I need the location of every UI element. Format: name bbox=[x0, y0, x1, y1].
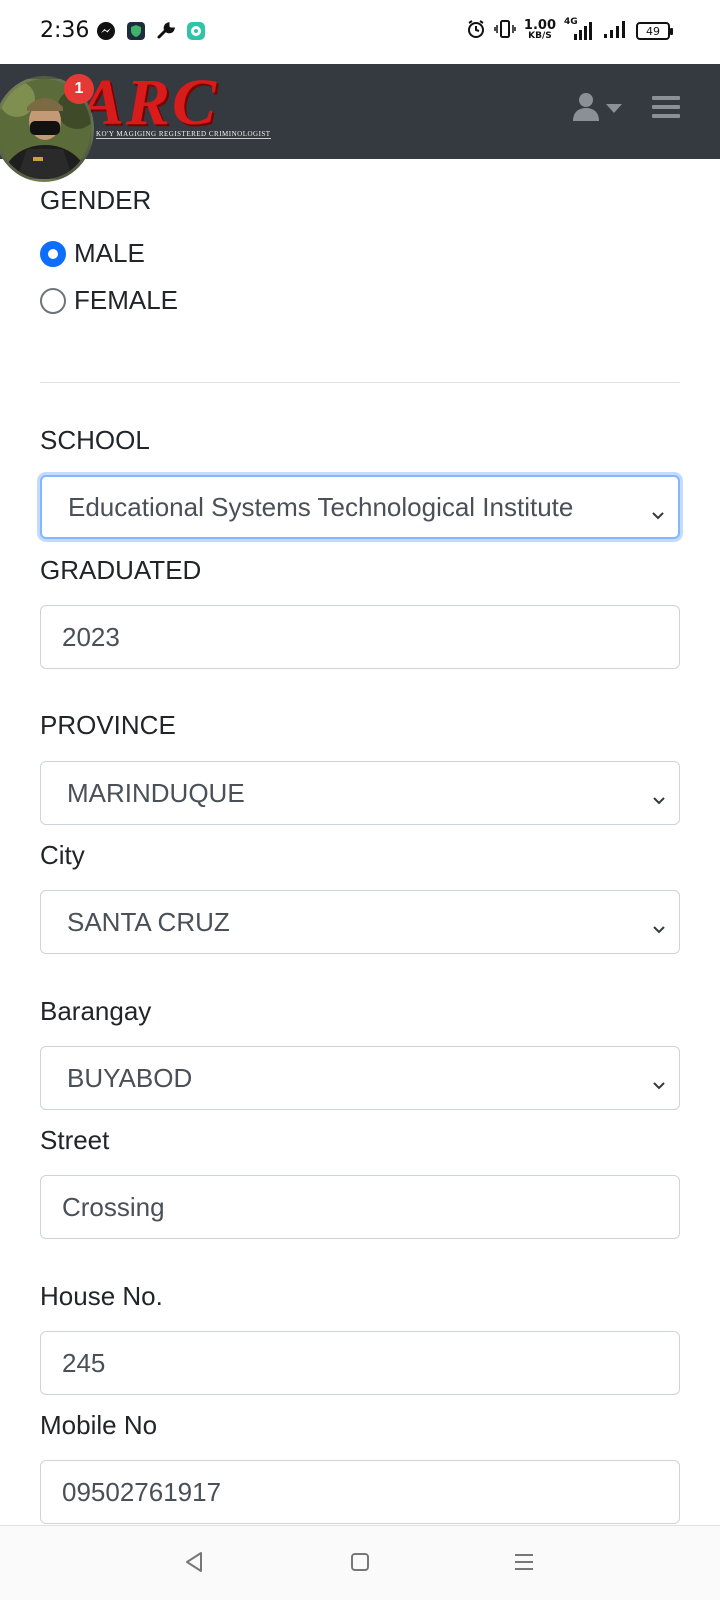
section-divider bbox=[40, 382, 680, 383]
hamburger-line bbox=[652, 105, 680, 109]
province-select-value: MARINDUQUE bbox=[67, 777, 245, 808]
radio-male[interactable] bbox=[40, 240, 66, 267]
school-label: SCHOOL bbox=[40, 425, 150, 455]
status-time: 2:36 bbox=[40, 18, 90, 43]
city-select-value: SANTA CRUZ bbox=[67, 906, 230, 937]
province-select[interactable]: MARINDUQUE bbox=[40, 761, 680, 825]
gender-option-label: FEMALE bbox=[74, 285, 179, 315]
back-icon[interactable] bbox=[180, 1548, 208, 1576]
chevron-down-icon bbox=[651, 1069, 667, 1100]
user-dropdown-toggle[interactable] bbox=[572, 92, 622, 127]
vibrate-icon bbox=[494, 19, 516, 43]
barangay-select-value: BUYABOD bbox=[67, 1062, 193, 1093]
radio-female[interactable] bbox=[40, 287, 66, 314]
caret-down-icon bbox=[606, 101, 622, 119]
chevron-down-icon bbox=[651, 784, 667, 815]
street-label: Street bbox=[40, 1125, 110, 1155]
graduated-input[interactable]: 2023 bbox=[40, 605, 680, 669]
messenger-icon bbox=[95, 20, 117, 42]
province-label: PROVINCE bbox=[40, 710, 176, 740]
brand-title: ARC bbox=[80, 66, 219, 139]
gender-option-female[interactable]: FEMALE bbox=[40, 285, 178, 316]
school-select-value: Educational Systems Technological Instit… bbox=[68, 491, 574, 522]
hamburger-menu-button[interactable] bbox=[652, 96, 680, 118]
hamburger-line bbox=[652, 96, 680, 100]
home-icon[interactable] bbox=[346, 1548, 374, 1576]
graduated-input-value: 2023 bbox=[62, 621, 120, 652]
street-input-value: Crossing bbox=[62, 1191, 165, 1222]
net-speed: 1.00 KB/S bbox=[523, 18, 556, 41]
chevron-down-icon bbox=[650, 499, 666, 530]
house-no-input[interactable]: 245 bbox=[40, 1331, 680, 1395]
city-select[interactable]: SANTA CRUZ bbox=[40, 890, 680, 954]
mobile-no-input-value: 09502761917 bbox=[62, 1476, 222, 1507]
hamburger-line bbox=[652, 114, 680, 118]
graduated-label: GRADUATED bbox=[40, 555, 202, 585]
house-no-input-value: 245 bbox=[62, 1347, 106, 1378]
alarm-icon bbox=[466, 19, 486, 43]
barangay-select[interactable]: BUYABOD bbox=[40, 1046, 680, 1110]
battery-level: 49 bbox=[646, 24, 660, 38]
brand-logo[interactable]: ARC KO'Y MAGIGING REGISTERED CRIMINOLOGI… bbox=[80, 70, 271, 139]
mobile-no-input[interactable]: 09502761917 bbox=[40, 1460, 680, 1524]
signal-icon bbox=[602, 18, 628, 44]
status-right: 1.00 KB/S 4G 49 bbox=[466, 17, 673, 44]
city-label: City bbox=[40, 840, 85, 870]
gender-label: GENDER bbox=[40, 185, 152, 215]
wrench-icon bbox=[155, 20, 177, 42]
signal-4g-icon: 4G bbox=[564, 17, 594, 42]
chat-app-icon bbox=[185, 20, 207, 42]
house-no-label: House No. bbox=[40, 1281, 163, 1311]
barangay-label: Barangay bbox=[40, 996, 152, 1026]
street-input[interactable]: Crossing bbox=[40, 1175, 680, 1239]
recents-menu-icon[interactable] bbox=[510, 1548, 538, 1576]
chevron-down-icon bbox=[651, 913, 667, 944]
user-icon bbox=[572, 92, 600, 127]
net-speed-value: 1.00 bbox=[523, 18, 556, 33]
system-navigation-bar bbox=[0, 1525, 720, 1600]
gender-option-label: MALE bbox=[74, 238, 145, 268]
gender-option-male[interactable]: MALE bbox=[40, 238, 145, 269]
status-app-icons bbox=[95, 20, 207, 42]
status-bar: 2:36 1.00 KB/S 4G 49 bbox=[0, 0, 720, 64]
notification-badge[interactable]: 1 bbox=[64, 74, 94, 104]
mobile-no-label: Mobile No bbox=[40, 1410, 158, 1440]
shield-app-icon bbox=[125, 20, 147, 42]
net-speed-unit: KB/S bbox=[528, 31, 552, 41]
battery-icon: 49 bbox=[636, 22, 673, 40]
school-select[interactable]: Educational Systems Technological Instit… bbox=[40, 475, 680, 539]
brand-subtitle: KO'Y MAGIGING REGISTERED CRIMINOLOGIST bbox=[96, 130, 271, 139]
